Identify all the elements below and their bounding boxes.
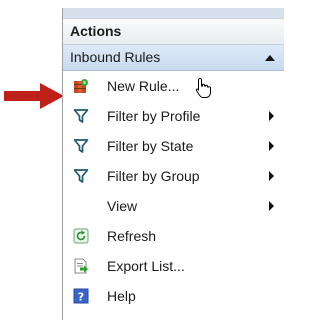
svg-text:?: ? [78,291,84,304]
action-export-list[interactable]: Export List... [63,251,284,281]
action-filter-by-profile-label: Filter by Profile [107,108,201,124]
action-filter-by-state[interactable]: Filter by State [63,131,284,161]
submenu-arrow-icon [269,171,274,181]
filter-icon [73,109,89,123]
pane-top-strip [63,8,284,19]
action-view[interactable]: View [63,191,284,221]
actions-title: Actions [70,23,122,39]
hand-cursor-icon [195,77,211,98]
actions-header: Actions [63,19,284,45]
action-filter-by-group-label: Filter by Group [107,168,200,184]
action-refresh-label: Refresh [107,228,157,244]
action-export-list-label: Export List... [107,258,185,274]
action-help-label: Help [107,288,136,304]
pointer-arrow-icon [4,83,64,109]
collapse-arrow-icon[interactable] [265,55,275,61]
submenu-arrow-icon [269,201,274,211]
action-filter-by-state-label: Filter by State [107,138,194,154]
refresh-icon [73,228,89,244]
action-filter-by-profile[interactable]: Filter by Profile [63,101,284,131]
inbound-rules-label: Inbound Rules [70,49,161,65]
action-help[interactable]: ? Help [63,281,284,311]
submenu-arrow-icon [269,141,274,151]
actions-pane: Actions Inbound Rules New Rule... Filter… [62,8,284,320]
actions-menu: New Rule... Filter by Profile Filter by … [63,71,284,311]
action-new-rule[interactable]: New Rule... [63,71,284,101]
export-list-icon [74,258,88,274]
help-icon: ? [73,288,89,304]
action-refresh[interactable]: Refresh [63,221,284,251]
submenu-arrow-icon [269,111,274,121]
action-view-label: View [107,198,138,214]
action-new-rule-label: New Rule... [107,78,180,94]
new-rule-icon [74,79,88,93]
filter-icon [73,169,89,183]
action-filter-by-group[interactable]: Filter by Group [63,161,284,191]
filter-icon [73,139,89,153]
inbound-rules-section[interactable]: Inbound Rules [63,45,284,71]
